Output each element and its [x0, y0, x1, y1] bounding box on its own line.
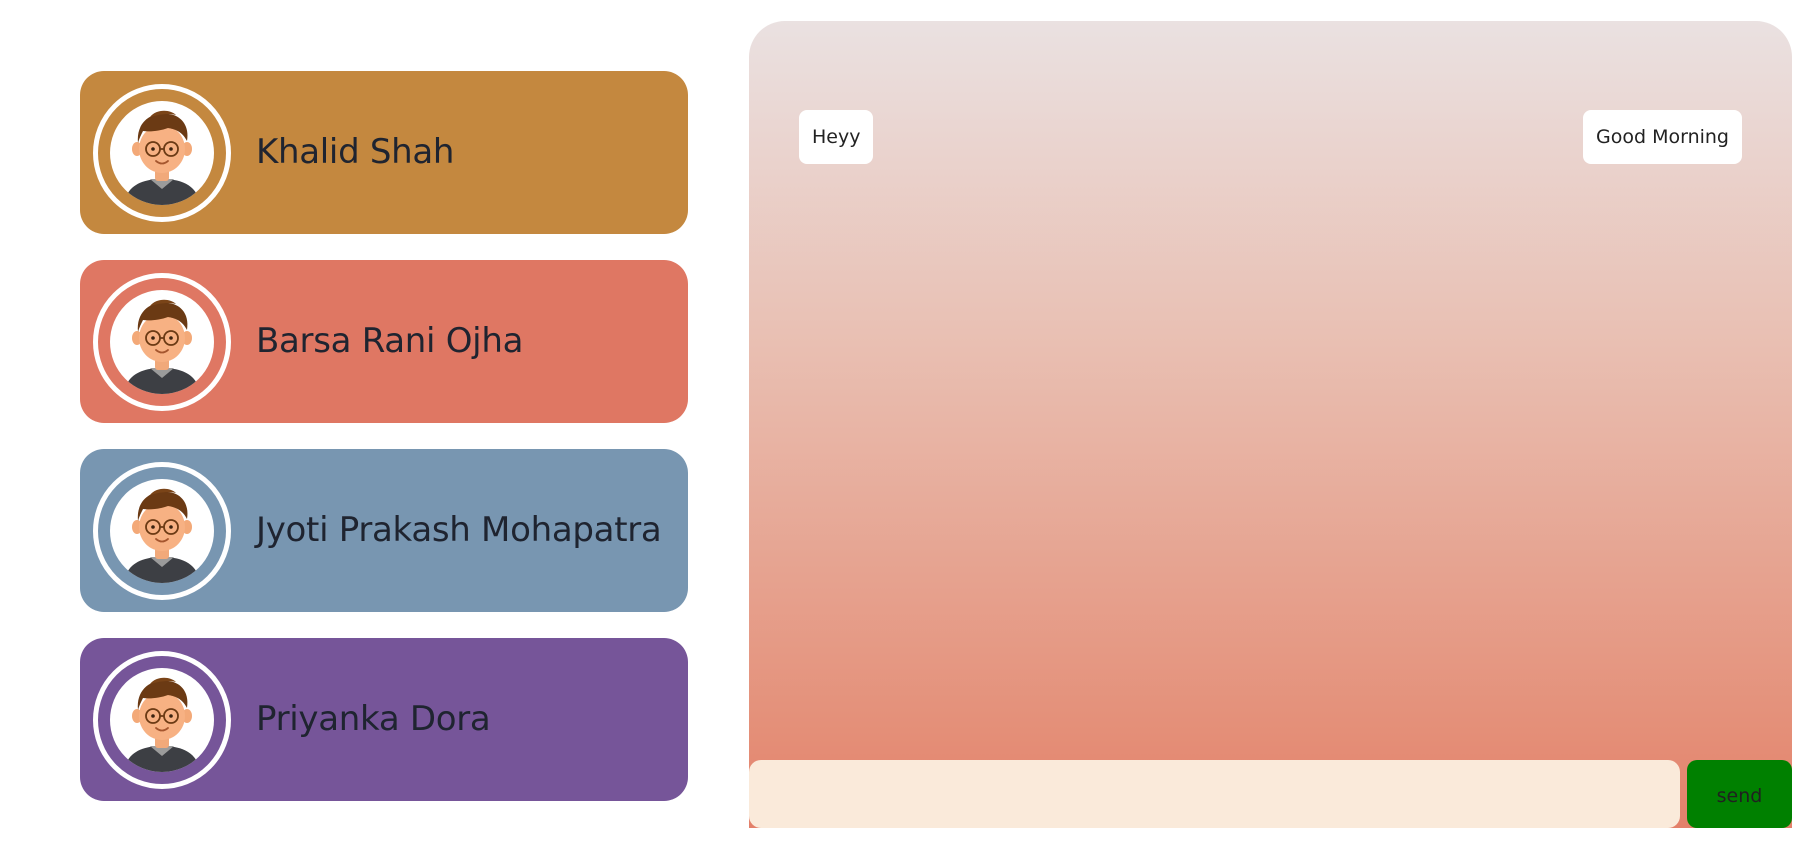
chat-window: Heyy Good Morning — [749, 21, 1792, 828]
contact-name: Barsa Rani Ojha — [256, 320, 524, 361]
avatar-ring — [93, 651, 231, 789]
contact-name: Priyanka Dora — [256, 698, 491, 739]
avatar-ring — [93, 462, 231, 600]
contact-card-jyoti-prakash-mohapatra[interactable]: Jyoti Prakash Mohapatra — [80, 449, 688, 612]
boy-avatar-icon — [110, 479, 214, 583]
chat-app: Khalid Shah Barsa Rani Ojha Jyoti Prakas… — [0, 0, 1807, 867]
send-button[interactable]: send — [1687, 760, 1792, 828]
contact-list: Khalid Shah Barsa Rani Ojha Jyoti Prakas… — [80, 71, 688, 827]
message-composer: send — [749, 760, 1792, 828]
message-bubble-sent: Good Morning — [1583, 110, 1742, 164]
avatar-ring — [93, 273, 231, 411]
boy-avatar-icon — [110, 290, 214, 394]
contact-card-barsa-rani-ojha[interactable]: Barsa Rani Ojha — [80, 260, 688, 423]
boy-avatar-icon — [110, 668, 214, 772]
contact-name: Khalid Shah — [256, 131, 455, 172]
contact-card-khalid-shah[interactable]: Khalid Shah — [80, 71, 688, 234]
message-bubble-received: Heyy — [799, 110, 874, 164]
avatar-ring — [93, 84, 231, 222]
message-input[interactable] — [749, 760, 1680, 828]
contact-name: Jyoti Prakash Mohapatra — [256, 509, 662, 550]
boy-avatar-icon — [110, 101, 214, 205]
contact-card-priyanka-dora[interactable]: Priyanka Dora — [80, 638, 688, 801]
